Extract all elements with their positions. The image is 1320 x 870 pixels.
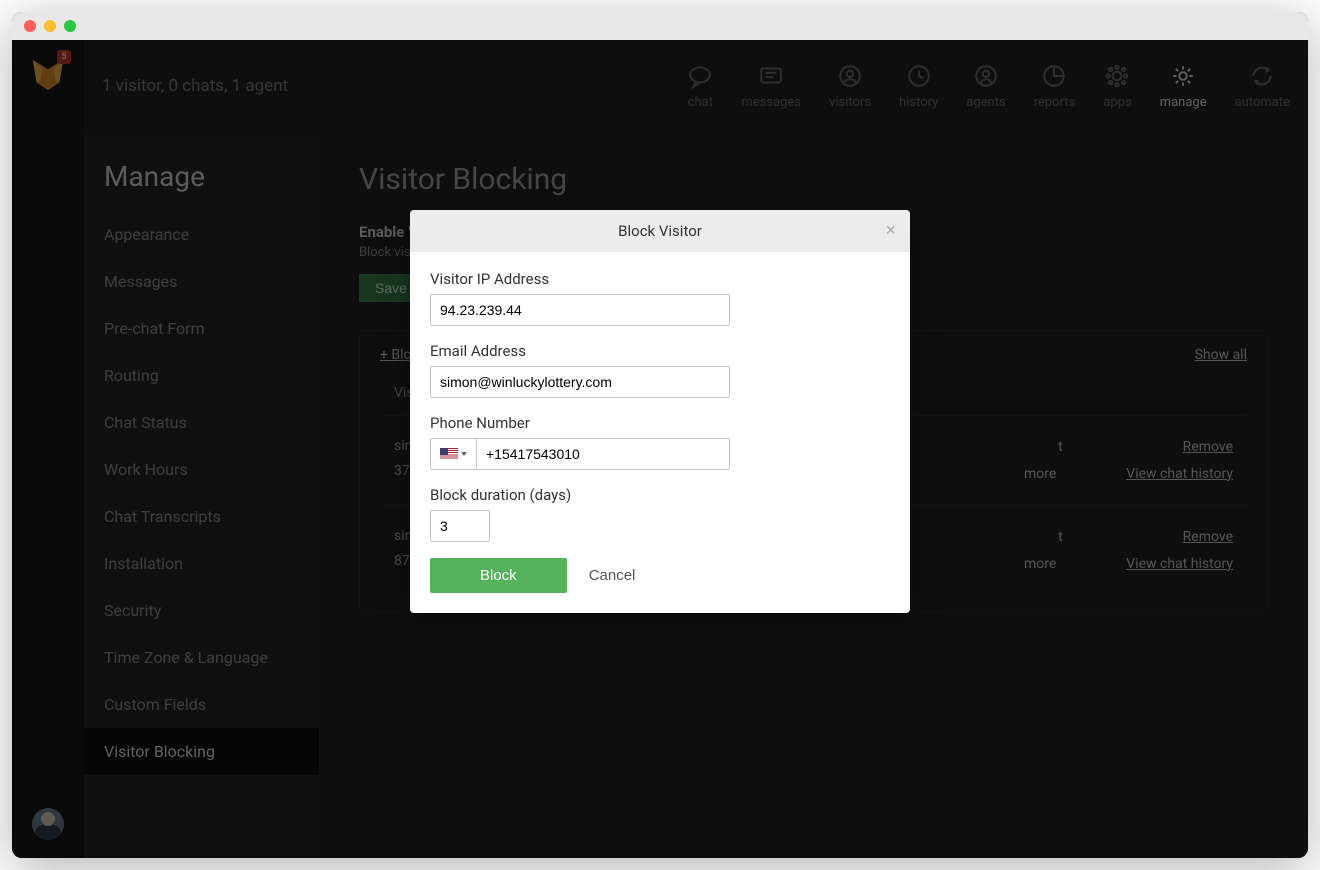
email-input[interactable] — [430, 366, 730, 398]
field-duration: Block duration (days) — [430, 486, 890, 542]
app-window: 5 1 visitor, 0 chats, 1 agent chat messa… — [12, 12, 1308, 858]
window-minimize-dot[interactable] — [44, 20, 56, 32]
close-icon: × — [885, 220, 896, 240]
modal-close-button[interactable]: × — [885, 220, 896, 241]
cancel-button[interactable]: Cancel — [589, 567, 636, 584]
modal-actions: Block Cancel — [430, 558, 890, 593]
duration-input[interactable] — [430, 510, 490, 542]
modal-header: Block Visitor × — [410, 210, 910, 252]
block-visitor-modal: Block Visitor × Visitor IP Address Email… — [410, 210, 910, 613]
country-select[interactable] — [431, 439, 477, 469]
duration-label: Block duration (days) — [430, 486, 890, 504]
field-email: Email Address — [430, 342, 890, 398]
chevron-down-icon — [461, 452, 467, 456]
modal-body: Visitor IP Address Email Address Phone N… — [410, 252, 910, 613]
us-flag-icon — [440, 448, 458, 460]
ip-input[interactable] — [430, 294, 730, 326]
block-button[interactable]: Block — [430, 558, 567, 593]
field-phone: Phone Number — [430, 414, 890, 470]
ip-label: Visitor IP Address — [430, 270, 890, 288]
mac-titlebar — [12, 12, 1308, 40]
app-body: 5 1 visitor, 0 chats, 1 agent chat messa… — [12, 40, 1308, 858]
window-close-dot[interactable] — [24, 20, 36, 32]
phone-input[interactable] — [477, 439, 729, 469]
email-label: Email Address — [430, 342, 890, 360]
modal-title: Block Visitor — [618, 222, 702, 240]
phone-input-group — [430, 438, 730, 470]
window-zoom-dot[interactable] — [64, 20, 76, 32]
field-ip: Visitor IP Address — [430, 270, 890, 326]
phone-label: Phone Number — [430, 414, 890, 432]
